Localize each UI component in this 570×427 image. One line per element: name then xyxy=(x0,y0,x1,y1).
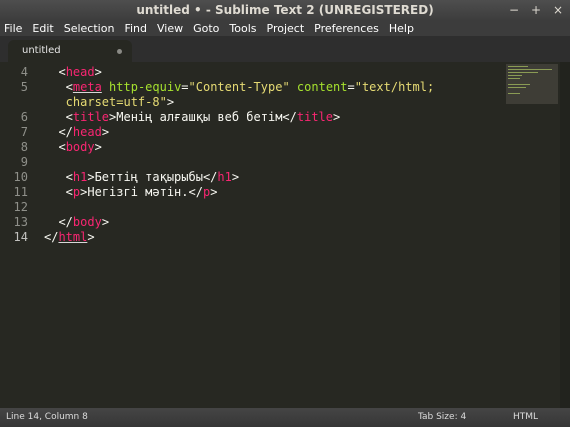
code-line: <body> xyxy=(44,140,102,154)
minimap-line xyxy=(508,69,552,70)
unsaved-dot-icon[interactable] xyxy=(117,49,122,54)
menu-project[interactable]: Project xyxy=(267,22,305,35)
code-line: </head> xyxy=(44,125,110,139)
line-number-active: 14 xyxy=(13,230,28,244)
minimap-line xyxy=(508,87,526,88)
menu-goto[interactable]: Goto xyxy=(193,22,219,35)
tab-size-indicator[interactable]: Tab Size: 4 xyxy=(418,408,466,427)
minimap-line xyxy=(508,93,520,94)
tab-bar: untitled xyxy=(0,36,570,62)
minimap-line xyxy=(508,66,528,67)
menu-file[interactable]: File xyxy=(4,22,22,35)
code-line: <h1>Беттің тақырыбы</h1> xyxy=(44,170,240,184)
window-title: untitled • - Sublime Text 2 (UNREGISTERE… xyxy=(136,3,434,17)
menu-preferences[interactable]: Preferences xyxy=(314,22,379,35)
code-line: <head> xyxy=(44,65,102,79)
line-number: 6 xyxy=(20,110,28,124)
code-line: <p>Негізгі мәтін.</p> xyxy=(44,185,218,199)
vertical-scrollbar[interactable] xyxy=(560,62,570,408)
close-icon[interactable]: × xyxy=(552,0,564,20)
menu-selection[interactable]: Selection xyxy=(64,22,115,35)
tab-untitled[interactable]: untitled xyxy=(8,40,132,62)
minimap-line xyxy=(508,75,522,76)
menu-bar: File Edit Selection Find View Goto Tools… xyxy=(0,20,570,36)
code-line: </html> xyxy=(44,230,95,244)
code-line: charset=utf-8"> xyxy=(44,95,175,109)
line-number: 5 xyxy=(20,80,28,94)
line-number: 12 xyxy=(13,200,28,214)
code-line: <title>Менің алғашқы веб бетім</title> xyxy=(44,110,341,124)
menu-find[interactable]: Find xyxy=(124,22,147,35)
syntax-indicator[interactable]: HTML xyxy=(513,408,538,427)
maximize-icon[interactable]: + xyxy=(530,0,542,20)
menu-help[interactable]: Help xyxy=(389,22,414,35)
minimap-line xyxy=(508,84,530,85)
line-number: 7 xyxy=(20,125,28,139)
minimize-icon[interactable]: − xyxy=(508,0,520,20)
tab-label: untitled xyxy=(22,45,61,56)
menu-view[interactable]: View xyxy=(157,22,183,35)
cursor-position: Line 14, Column 8 xyxy=(6,412,88,422)
code-text[interactable]: <head> <meta http-equiv="Content-Type" c… xyxy=(44,62,500,408)
code-line: <meta http-equiv="Content-Type" content=… xyxy=(44,80,435,94)
window-controls: − + × xyxy=(508,0,564,20)
line-number: 4 xyxy=(20,65,28,79)
window-titlebar: untitled • - Sublime Text 2 (UNREGISTERE… xyxy=(0,0,570,20)
line-number: 9 xyxy=(20,155,28,169)
menu-edit[interactable]: Edit xyxy=(32,22,53,35)
minimap-line xyxy=(508,78,520,79)
line-number: 10 xyxy=(13,170,28,184)
editor-area[interactable]: 4 5 6 7 8 9 10 11 12 13 14 <head> <meta … xyxy=(0,62,570,408)
line-number-gutter: 4 5 6 7 8 9 10 11 12 13 14 xyxy=(0,62,40,408)
line-number: 8 xyxy=(20,140,28,154)
line-number: 11 xyxy=(13,185,28,199)
minimap-line xyxy=(508,72,538,73)
line-number: 13 xyxy=(13,215,28,229)
status-bar: Line 14, Column 8 Tab Size: 4 HTML xyxy=(0,408,570,427)
minimap[interactable] xyxy=(506,64,558,104)
menu-tools[interactable]: Tools xyxy=(229,22,256,35)
code-line: </body> xyxy=(44,215,110,229)
